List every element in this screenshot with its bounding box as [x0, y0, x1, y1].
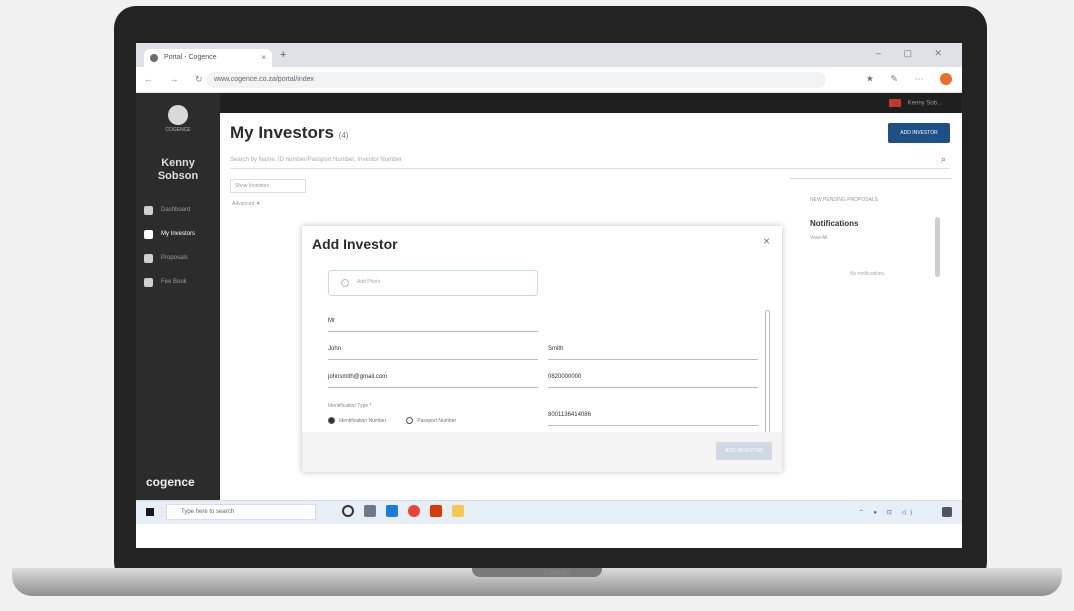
- sidebar-item-label: Fee Book: [161, 279, 187, 285]
- sidebar-item-label: Dashboard: [161, 207, 191, 213]
- users-icon: [144, 229, 153, 239]
- title-field[interactable]: Mr: [328, 318, 538, 332]
- radio-passport-number[interactable]: [406, 417, 414, 424]
- app-topbar: Kenny Sob...: [136, 93, 962, 113]
- extensions-icons[interactable]: ★ ✎ ⋯: [866, 73, 931, 83]
- id-type-label: Identification Type *: [328, 403, 372, 409]
- notifications-empty: No notifications: [850, 271, 885, 277]
- new-tab-button[interactable]: +: [280, 49, 286, 61]
- investor-count: (4): [338, 131, 349, 140]
- logo-icon: [168, 105, 188, 125]
- radio-id-number[interactable]: [328, 417, 335, 424]
- show-investors-select[interactable]: Show Investors: [230, 179, 306, 193]
- sidebar-item-dashboard[interactable]: Dashboard: [144, 198, 220, 222]
- edge-icon[interactable]: [386, 505, 398, 517]
- pending-proposals-heading[interactable]: NEW PENDING PROPOSALS: [810, 197, 878, 203]
- close-icon[interactable]: ×: [763, 234, 770, 248]
- notifications-icon[interactable]: [942, 507, 952, 517]
- favicon-icon: [150, 54, 158, 62]
- taskbar: Type here to search ⌃ ● ⊡ ◁): [136, 500, 962, 524]
- chrome-icon[interactable]: [408, 505, 420, 517]
- notifications-panel: NEW PENDING PROPOSALS Notifications View…: [790, 178, 952, 488]
- id-number-field[interactable]: 8001136414086: [548, 412, 758, 426]
- sidebar-user-name: Kenny Sobson: [157, 157, 199, 182]
- flag-icon: [888, 99, 901, 107]
- taskbar-apps: [342, 505, 474, 517]
- url-field[interactable]: www.cogence.co.za/portal/index: [206, 72, 826, 88]
- taskbar-search-input[interactable]: Type here to search: [166, 504, 316, 520]
- modal-title: Add Investor: [312, 236, 398, 252]
- book-icon: [144, 277, 153, 287]
- topbar-user-name: Kenny Sob...: [907, 100, 942, 107]
- laptop-label: Laptop: [544, 568, 570, 577]
- sidebar-item-proposals[interactable]: Proposals: [144, 246, 220, 270]
- radio-label: Passport Number: [417, 417, 457, 424]
- brand-logo: cogence: [146, 475, 195, 489]
- modal-footer: ADD INVESTOR: [302, 432, 782, 472]
- windows-icon[interactable]: [146, 508, 154, 516]
- sidebar-item-my-investors[interactable]: My Investors: [144, 222, 220, 246]
- screen: Portal - Cogence × + – ▢ ✕ ← → ↻ www.cog…: [136, 43, 962, 548]
- notifications-title: Notifications: [810, 219, 859, 228]
- modal-scrollbar[interactable]: [765, 310, 770, 440]
- browser-tabbar: Portal - Cogence × + – ▢ ✕: [136, 43, 962, 67]
- topbar-user[interactable]: Kenny Sob...: [884, 99, 942, 107]
- browser-tab[interactable]: Portal - Cogence ×: [144, 49, 272, 67]
- search-input[interactable]: Search by Name, ID number/Passport Numbe…: [230, 151, 950, 169]
- stage: Laptop Portal - Cogence × + – ▢ ✕ ← → ↻ …: [0, 0, 1074, 611]
- address-bar: ← → ↻ www.cogence.co.za/portal/index ★ ✎…: [136, 67, 962, 93]
- search-icon[interactable]: ⌕: [941, 154, 946, 165]
- sidebar-item-label: My Investors: [161, 231, 196, 237]
- camera-icon: [341, 279, 349, 287]
- office-icon[interactable]: [430, 505, 442, 517]
- extensions-area[interactable]: ★ ✎ ⋯: [866, 73, 952, 85]
- system-tray[interactable]: ⌃ ● ⊡ ◁): [859, 509, 916, 516]
- logo-text: COGENCE: [165, 127, 191, 133]
- window-controls[interactable]: – ▢ ✕: [876, 48, 952, 59]
- cortana-icon[interactable]: [342, 505, 354, 517]
- notifications-scrollbar[interactable]: [935, 217, 940, 277]
- close-icon[interactable]: ×: [261, 53, 266, 62]
- task-view-icon[interactable]: [364, 505, 376, 517]
- modal-body: Add Photo Mr John Smith johnsmith@gmail.…: [302, 260, 782, 440]
- last-name-field[interactable]: Smith: [548, 346, 758, 360]
- advanced-filter[interactable]: Advanced ▼: [232, 201, 261, 207]
- photo-upload-label: Add Photo: [357, 279, 381, 285]
- view-all-link[interactable]: View All: [810, 235, 827, 241]
- search-placeholder: Search by Name, ID number/Passport Numbe…: [230, 157, 402, 163]
- first-name-field[interactable]: John: [328, 346, 538, 360]
- save-investor-button[interactable]: ADD INVESTOR: [716, 442, 772, 460]
- pen-icon: [144, 253, 153, 263]
- photo-upload[interactable]: Add Photo: [328, 270, 538, 296]
- sidebar-nav: Dashboard My Investors Proposals Fee Boo…: [144, 198, 220, 294]
- dashboard-icon: [144, 205, 153, 215]
- email-field[interactable]: johnsmith@gmail.com: [328, 374, 538, 388]
- browser-nav-buttons[interactable]: ← → ↻: [144, 74, 210, 85]
- page-title-text: My Investors: [230, 123, 334, 142]
- add-investor-button[interactable]: ADD INVESTOR: [888, 123, 950, 143]
- profile-avatar[interactable]: [940, 73, 952, 85]
- tab-title: Portal - Cogence: [164, 54, 217, 61]
- sidebar-item-label: Proposals: [161, 255, 188, 261]
- app: Kenny Sob... COGENCE Kenny Sobson Dashbo…: [136, 93, 962, 500]
- sidebar-item-fee-book[interactable]: Fee Book: [144, 270, 220, 294]
- id-type-radios: Identification Number Passport Number: [328, 417, 456, 424]
- radio-label: Identification Number: [339, 417, 387, 424]
- file-explorer-icon[interactable]: [452, 505, 464, 517]
- add-investor-modal: Add Investor × Add Photo Mr John Smith j…: [302, 226, 782, 472]
- phone-field[interactable]: 0820000000: [548, 374, 758, 388]
- page-title: My Investors (4): [230, 123, 348, 143]
- sidebar: COGENCE Kenny Sobson Dashboard My Invest…: [136, 93, 220, 500]
